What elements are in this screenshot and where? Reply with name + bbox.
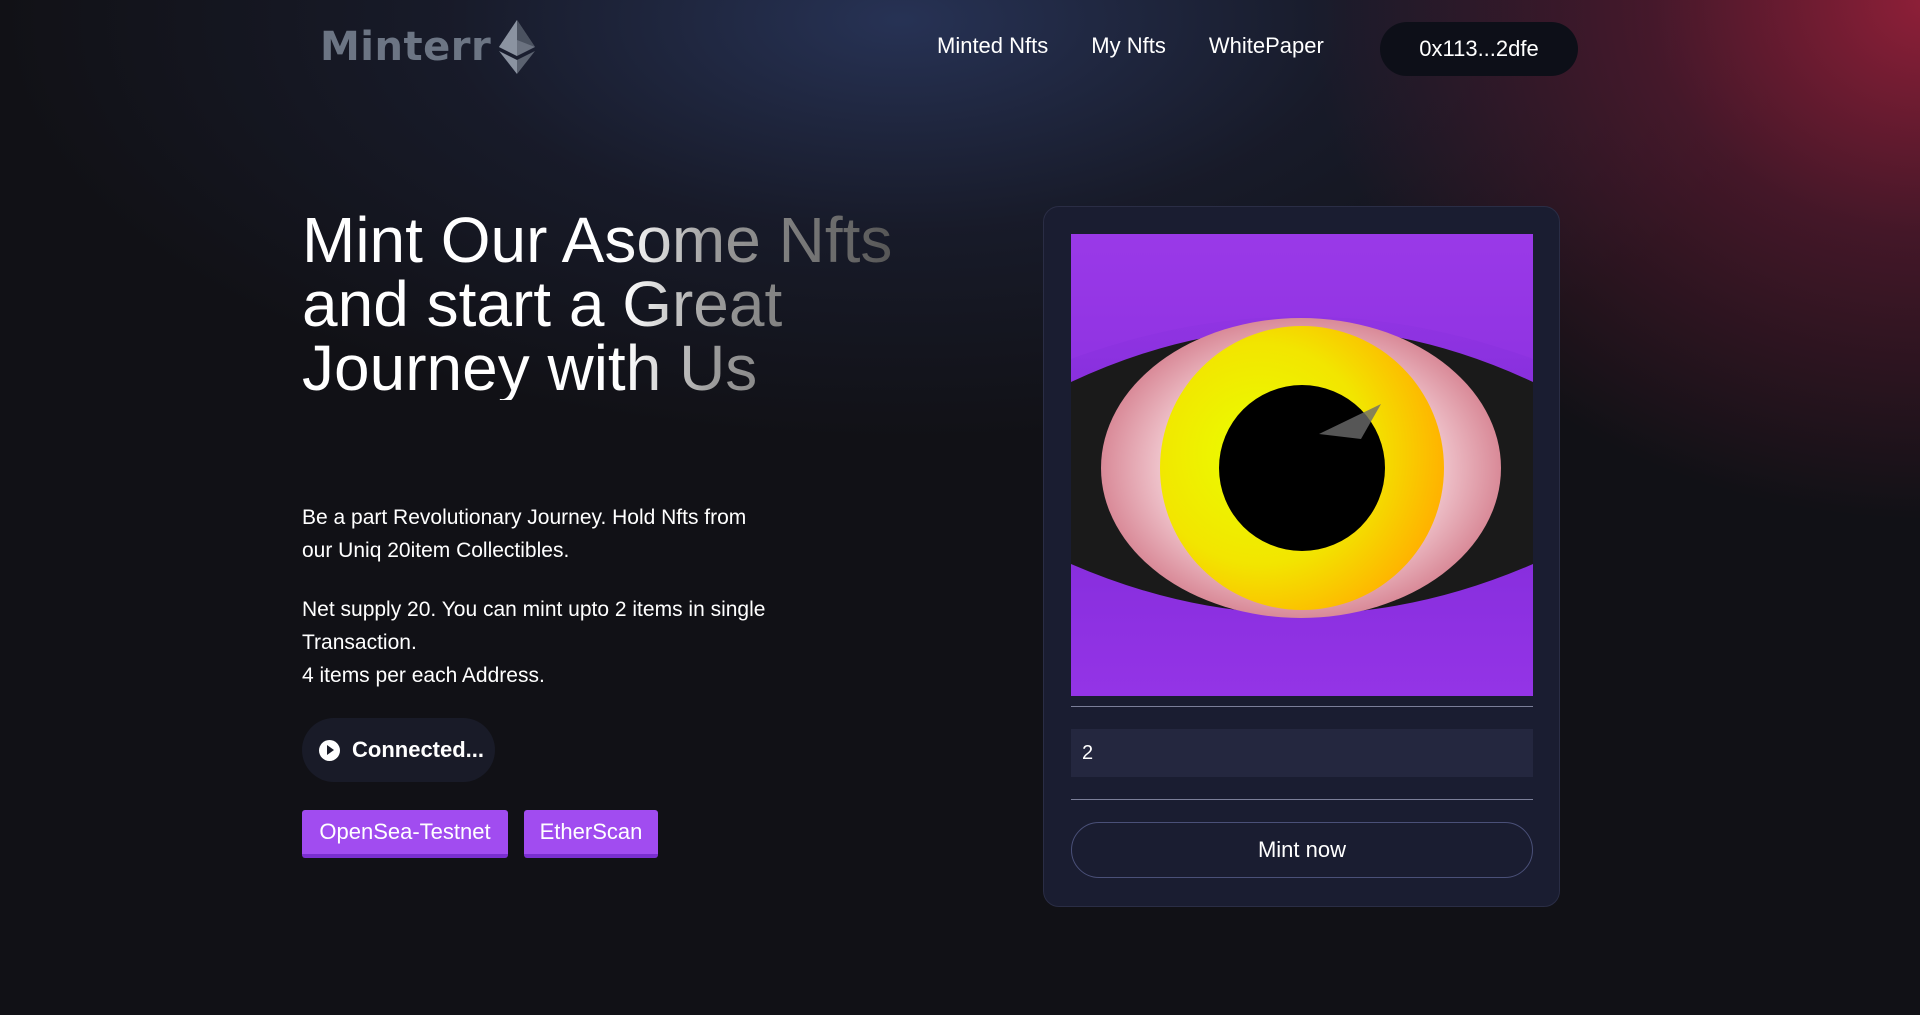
- mint-card: Mint now: [1043, 206, 1560, 907]
- nav-link-my-nfts[interactable]: My Nfts: [1091, 33, 1166, 59]
- connected-label: Connected...: [352, 737, 485, 762]
- opensea-testnet-button[interactable]: OpenSea-Testnet: [302, 810, 508, 858]
- brand-logo[interactable]: Minterr: [320, 20, 536, 74]
- mint-now-button[interactable]: Mint now: [1071, 822, 1533, 878]
- top-navbar: Minterr Minted Nfts My Nfts WhitePaper 0…: [0, 0, 1920, 96]
- play-circle-icon: [319, 739, 340, 761]
- wallet-address-button[interactable]: 0x113...2dfe: [1380, 22, 1578, 76]
- divider: [1071, 799, 1533, 800]
- hero-description: Be a part Revolutionary Journey. Hold Nf…: [302, 506, 747, 562]
- ethereum-icon: [499, 20, 536, 74]
- nav-link-minted-nfts[interactable]: Minted Nfts: [937, 33, 1048, 59]
- supply-info: Net supply 20. You can mint upto 2 items…: [302, 598, 766, 654]
- divider: [1071, 706, 1533, 707]
- eye-nft-image: [1071, 234, 1533, 696]
- brand-name: Minterr: [320, 24, 492, 70]
- hero-title: Mint Our Asome Nfts and start a Great Jo…: [302, 208, 922, 400]
- per-address-info: 4 items per each Address.: [302, 664, 545, 687]
- mint-quantity-input[interactable]: [1071, 729, 1533, 777]
- nav-link-whitepaper[interactable]: WhitePaper: [1209, 33, 1324, 59]
- etherscan-button[interactable]: EtherScan: [524, 810, 658, 858]
- nav-links: Minted Nfts My Nfts WhitePaper: [937, 33, 1367, 59]
- connected-status-button[interactable]: Connected...: [302, 718, 495, 782]
